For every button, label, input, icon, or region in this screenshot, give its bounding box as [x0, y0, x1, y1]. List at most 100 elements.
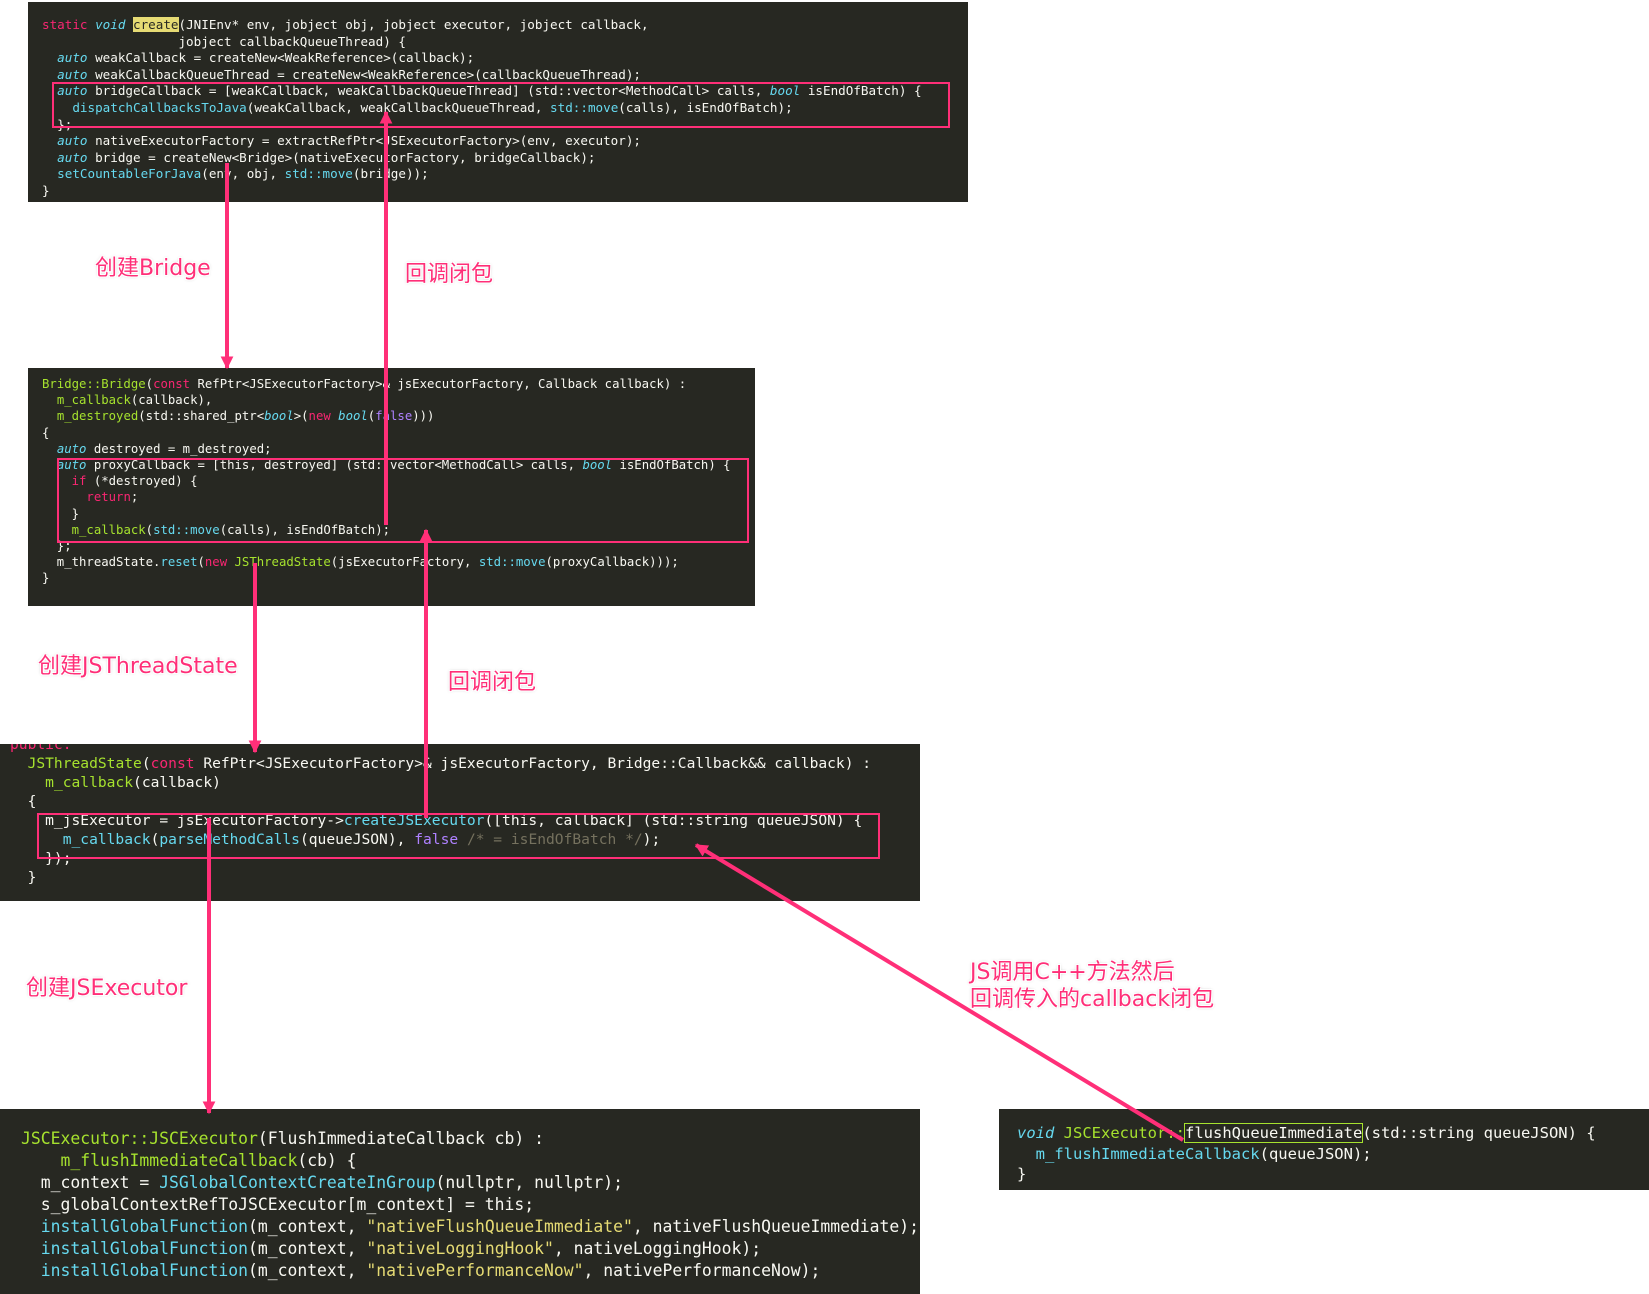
code-token: weakCallbackQueueThread = createNew<Weak… [95, 66, 642, 82]
code-token: bool [264, 409, 294, 424]
code-token: dispatchCallbacksToJava [72, 99, 247, 115]
code-token: ( [145, 377, 154, 391]
code-token: auto [57, 83, 96, 99]
code-line: public: [10, 744, 920, 754]
code-token: } [42, 571, 50, 586]
code-line: setCountableForJava(env, obj, std::move(… [42, 166, 968, 183]
label-create-bridge: 创建Bridge [95, 256, 211, 281]
code-line: auto bridgeCallback = [weakCallback, wea… [42, 83, 968, 100]
code-token: (jsExecutorFactory, [330, 555, 479, 570]
code-line: } [1017, 1164, 1649, 1185]
code-token: flushQueueImmediate [1183, 1123, 1364, 1143]
code-line: m_callback(callback) [10, 773, 920, 792]
code-token: public: [10, 744, 72, 753]
code-line: } [42, 183, 968, 200]
code-token: auto [56, 458, 94, 473]
code-token: m_threadState. [42, 555, 161, 570]
code-line: JSThreadState(const RefPtr<JSExecutorFac… [10, 754, 920, 773]
code-token: false [414, 831, 467, 848]
code-panel-flush-queue-immediate: void JSCExecutor::flushQueueImmediate(st… [999, 1109, 1649, 1190]
code-token: } [10, 869, 37, 886]
code-token: static [42, 17, 96, 32]
code-token: "nativeLoggingHook" [366, 1239, 554, 1258]
code-line: dispatchCallbacksToJava(weakCallback, we… [42, 100, 968, 117]
code-line: auto destroyed = m_destroyed; [42, 441, 755, 457]
code-token: , nativeLoggingHook); [553, 1239, 762, 1258]
code-token: (env, obj, [201, 166, 285, 182]
code-token: } [42, 506, 80, 521]
code-token: isEndOfBatch) { [807, 83, 922, 99]
code-token: ([this, callback] (std::string queueJSON… [484, 812, 863, 829]
code-token: (calls), isEndOfBatch); [618, 99, 793, 115]
code-token: (proxyCallback))); [545, 555, 679, 570]
code-line: m_flushImmediateCallback(queueJSON); [1017, 1144, 1649, 1165]
code-token: m_callback [45, 774, 134, 791]
code-token: "nativePerformanceNow" [366, 1261, 584, 1280]
label-create-jsthreadstate: 创建JSThreadState [38, 654, 238, 679]
code-token: installGlobalFunction [40, 1217, 248, 1236]
diagram-canvas: static void create(JNIEnv* env, jobject … [0, 0, 1649, 1294]
code-panel-jscexecutor-constructor: JSCExecutor::JSCExecutor(FlushImmediateC… [0, 1109, 920, 1294]
code-token: RefPtr<JSExecutorFactory>& jsExecutorFac… [203, 755, 872, 772]
code-token: (weakCallback, weakCallbackQueueThread, [246, 99, 551, 115]
code-token: , nativeFlushQueueImmediate); [632, 1217, 920, 1236]
code-token: m_callback [71, 522, 146, 537]
code-token: ))) [412, 409, 435, 424]
code-token: auto [56, 441, 94, 456]
code-token: >( [293, 409, 309, 424]
code-token: (calls), isEndOfBatch); [219, 522, 390, 537]
code-token: createJSExecutor [343, 812, 485, 829]
code-token: (JNIEnv* env, jobject obj, jobject execu… [178, 17, 649, 32]
code-line: } [10, 868, 920, 887]
code-token: { [10, 793, 37, 810]
code-token: std::move [550, 99, 619, 115]
code-token: (m_context, [247, 1261, 367, 1280]
code-token: bool [582, 458, 620, 473]
code-line: { [10, 792, 920, 811]
code-token: (queueJSON); [1259, 1144, 1372, 1163]
code-token: auto [57, 50, 96, 66]
code-line: auto weakCallbackQueueThread = createNew… [42, 67, 968, 84]
code-token: setCountableForJava [57, 166, 202, 182]
code-token: ( [197, 555, 205, 570]
code-token: auto [57, 133, 96, 149]
code-token: /* = isEndOfBatch */ [466, 831, 643, 848]
code-token: m_callback [62, 831, 151, 848]
code-token: , nativePerformanceNow); [583, 1261, 821, 1280]
code-token: RefPtr<JSExecutorFactory>& jsExecutorFac… [197, 377, 687, 391]
code-token: (std::shared_ptr< [138, 409, 265, 424]
code-token: }; [42, 116, 73, 132]
code-token: JSCExecutor::JSCExecutor [21, 1129, 258, 1148]
code-token: (callback) [133, 774, 221, 791]
code-token: (FlushImmediateCallback cb) : [257, 1129, 545, 1148]
code-token: JSCExecutor:: [1063, 1124, 1185, 1142]
code-line: void JSCExecutor::flushQueueImmediate(st… [1017, 1123, 1649, 1144]
code-line: } [42, 506, 755, 522]
code-line: }; [42, 117, 968, 134]
code-line: m_threadState.reset(new JSThreadState(js… [42, 554, 755, 570]
code-token: void [1017, 1124, 1064, 1142]
code-line: JSCExecutor::JSCExecutor(FlushImmediateC… [21, 1128, 920, 1150]
code-line: jobject callbackQueueThread) { [42, 34, 968, 51]
code-line: auto bridge = createNew<Bridge>(nativeEx… [42, 150, 968, 167]
code-token: m_context = [21, 1173, 160, 1192]
label-js-call-note-line1: JS调用C++方法然后 [970, 960, 1175, 985]
code-token: m_flushImmediateCallback [60, 1151, 298, 1170]
code-line: }); [10, 849, 920, 868]
code-token: m_destroyed [56, 409, 139, 424]
code-line: }; [42, 538, 755, 554]
code-line: auto weakCallback = createNew<WeakRefere… [42, 50, 968, 67]
code-token: const [153, 377, 198, 391]
code-token: { [42, 425, 50, 440]
code-line: } [42, 570, 755, 586]
